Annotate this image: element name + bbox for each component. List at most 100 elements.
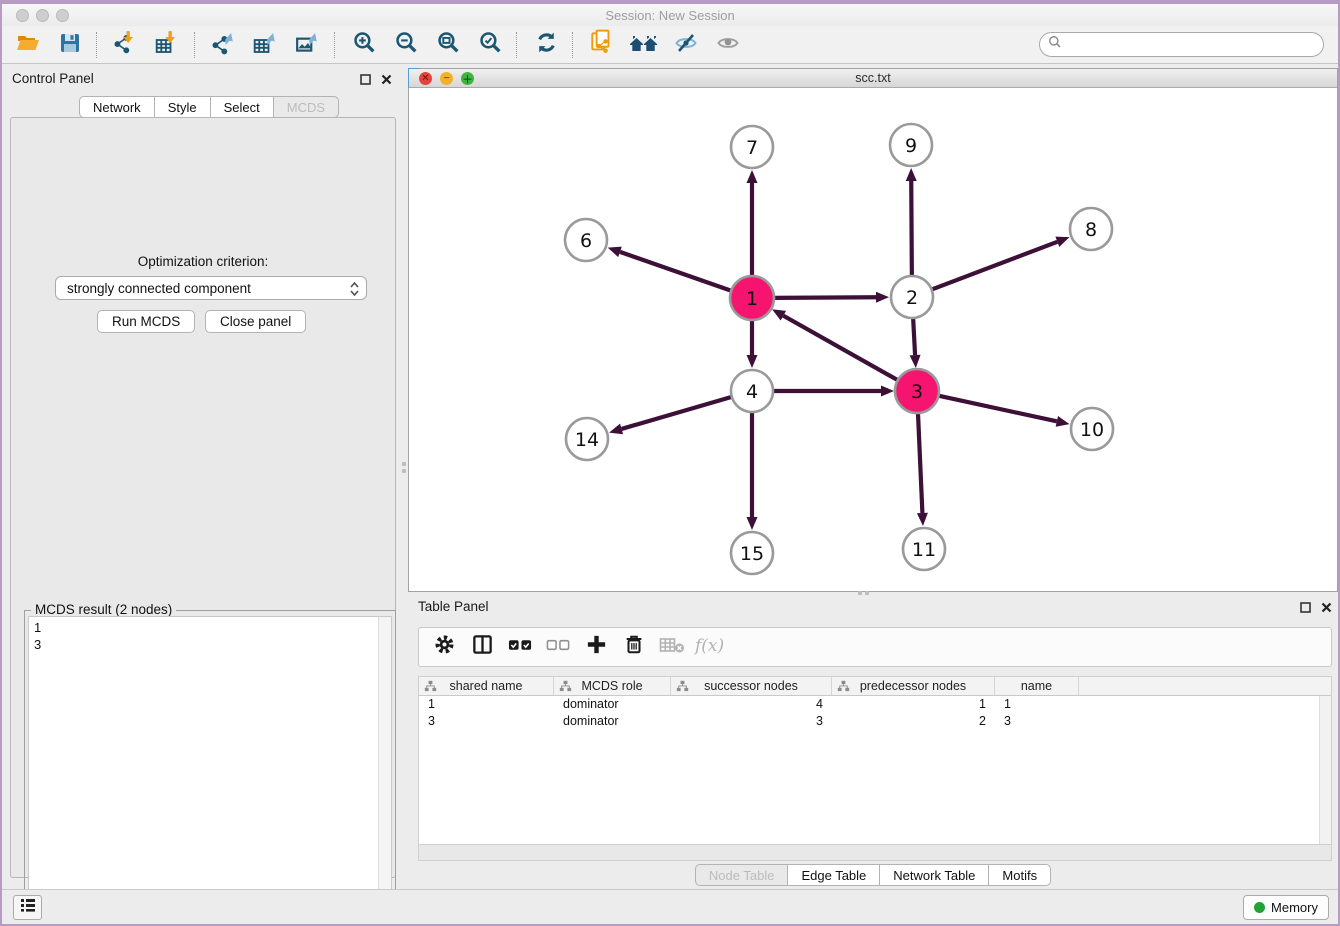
graph-edge-4-3[interactable] [774,386,894,397]
table-scrollbar[interactable] [1319,696,1331,844]
close-table-panel-icon[interactable] [1321,600,1332,618]
graph-node-3[interactable]: 3 [895,369,939,413]
select-all-button[interactable] [503,632,537,662]
eye-button [710,30,746,60]
graph-node-1[interactable]: 1 [730,276,774,320]
graph-node-14[interactable]: 14 [566,418,608,460]
save-button[interactable] [52,30,88,60]
close-panel-icon[interactable] [381,72,392,90]
table-row[interactable]: 3dominator323 [419,713,1331,730]
table-row[interactable]: 1dominator411 [419,696,1331,713]
tab-network[interactable]: Network [79,96,155,118]
close-panel-button[interactable]: Close panel [205,310,306,333]
graph-edge-2-3[interactable] [910,319,921,368]
deselect-all-button[interactable] [541,632,575,662]
mcds-result-textarea[interactable]: 13 [28,616,392,926]
float-panel-icon[interactable] [360,72,371,90]
table-cell[interactable]: dominator [554,696,671,713]
graph-node-2[interactable]: 2 [891,276,933,318]
column-header-successor-nodes[interactable]: successor nodes [671,677,832,695]
column-header-MCDS-role[interactable]: MCDS role [554,677,671,695]
result-scrollbar[interactable] [378,617,391,926]
tab-edge-table[interactable]: Edge Table [788,864,880,886]
refresh-button[interactable] [528,30,564,60]
tab-style[interactable]: Style [155,96,211,118]
table-cell[interactable]: 3 [419,713,554,730]
table-cell[interactable]: 1 [419,696,554,713]
window-top-accent [2,0,1338,4]
graph-node-7[interactable]: 7 [731,126,773,168]
graph-node-6[interactable]: 6 [565,219,607,261]
search-box[interactable] [1039,32,1324,57]
column-header-shared-name[interactable]: shared name [419,677,554,695]
add-button[interactable] [579,632,613,662]
table-cell[interactable]: 3 [671,713,832,730]
graph-node-11[interactable]: 11 [903,528,945,570]
optimization-criterion-select[interactable]: strongly connected component [55,276,367,300]
open-folder-button[interactable] [10,30,46,60]
graph-node-4[interactable]: 4 [731,370,773,412]
column-view-button[interactable] [465,632,499,662]
gear-button[interactable] [427,632,461,662]
graph-node-15[interactable]: 15 [731,532,773,574]
table-panel-title: Table Panel [418,599,489,614]
open-folder-icon [15,31,41,60]
task-history-button[interactable] [13,895,42,920]
graph-edge-1-7[interactable] [747,170,758,276]
tab-select[interactable]: Select [211,96,274,118]
table-cell[interactable]: 4 [671,696,832,713]
zoom-in-button[interactable] [346,30,382,60]
graph-node-10[interactable]: 10 [1071,408,1113,450]
graph-edge-1-4[interactable] [747,320,758,368]
graph-edge-3-11[interactable] [917,413,928,526]
graph-node-8[interactable]: 8 [1070,208,1112,250]
eye-slash-button[interactable] [668,30,704,60]
tab-motifs[interactable]: Motifs [989,864,1051,886]
memory-button[interactable]: Memory [1243,895,1329,920]
import-network-button[interactable] [108,30,144,60]
optimization-criterion-label: Optimization criterion: [11,254,395,269]
table-cell[interactable]: dominator [554,713,671,730]
export-network-button[interactable] [206,30,242,60]
network-view-window: ✕ − ＋ scc.txt 7968124314101511 [408,68,1338,592]
table-cell[interactable]: 3 [995,713,1079,730]
table-hscroll-strip[interactable] [418,845,1332,861]
zoom-selected-button[interactable] [472,30,508,60]
export-image-icon [295,30,321,61]
tab-mcds[interactable]: MCDS [274,96,339,118]
home-button[interactable] [626,30,662,60]
function-icon: f(x) [693,633,727,662]
graph-edge-4-15[interactable] [747,413,758,530]
run-mcds-button[interactable]: Run MCDS [97,310,195,333]
float-table-panel-icon[interactable] [1300,600,1311,618]
graph-node-9[interactable]: 9 [890,124,932,166]
graph-edge-1-2[interactable] [774,292,889,303]
tab-node-table[interactable]: Node Table [695,864,789,886]
copy-network-icon [589,29,615,62]
column-header-predecessor-nodes[interactable]: predecessor nodes [832,677,995,695]
network-window-title: scc.txt [409,71,1337,85]
graph-edge-2-8[interactable] [933,237,1070,290]
delete-button[interactable] [617,632,651,662]
export-image-button[interactable] [290,30,326,60]
zoom-fit-icon [436,30,461,60]
table-cell[interactable]: 1 [995,696,1079,713]
copy-network-button[interactable] [584,30,620,60]
network-canvas[interactable]: 7 9 6 8 1 2 4 3 14 10 15 11 [409,89,1337,591]
search-input[interactable] [1067,36,1315,53]
zoom-fit-button[interactable] [430,30,466,60]
graph-edge-3-10[interactable] [938,396,1069,427]
graph-edge-4-14[interactable] [609,397,731,434]
column-header-name[interactable]: name [995,677,1079,695]
table-cell[interactable]: 2 [832,713,995,730]
export-table-button[interactable] [248,30,284,60]
table-cell[interactable]: 1 [832,696,995,713]
import-table-button[interactable] [150,30,186,60]
vertical-splitter-handle[interactable] [401,462,407,484]
graph-edge-3-1[interactable] [772,309,898,380]
graph-edge-2-9[interactable] [906,168,917,275]
zoom-out-button[interactable] [388,30,424,60]
tab-network-table[interactable]: Network Table [880,864,989,886]
horizontal-splitter-handle[interactable] [858,590,880,595]
graph-edge-1-6[interactable] [608,247,732,291]
